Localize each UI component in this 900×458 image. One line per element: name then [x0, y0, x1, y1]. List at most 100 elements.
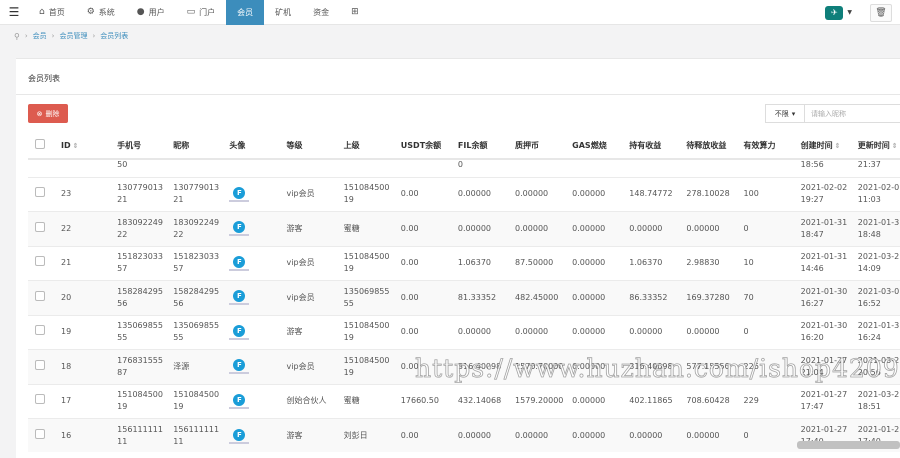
nav-item[interactable]: ● 用户	[126, 0, 176, 25]
table-cell: 70	[736, 280, 794, 315]
column-header[interactable]: 创建时间 ⇕	[793, 132, 851, 160]
nav-item[interactable]: 资金	[302, 0, 340, 25]
avatar-logo-icon: F	[233, 290, 246, 303]
table-cell: 0.00000	[450, 418, 509, 452]
table-cell: F	[222, 314, 280, 350]
table-cell: 0.00000	[508, 418, 566, 452]
table-cell: vip会员	[279, 245, 337, 281]
table-cell: 135069855 55	[336, 280, 394, 315]
avatar-logo-icon: F	[233, 359, 246, 372]
close-circle-icon: ⊗	[36, 109, 43, 118]
table-cell: 229	[736, 383, 794, 419]
select-all-checkbox-cell[interactable]	[28, 132, 55, 160]
table-cell: 151823033 57	[110, 245, 167, 281]
nav-item[interactable]: ⚙ 系统	[76, 0, 126, 25]
table-cell: F	[222, 418, 280, 452]
row-checkbox[interactable]	[35, 325, 45, 336]
avatar-caption	[229, 234, 250, 237]
table-cell: 2021-03-2 14:09	[850, 245, 900, 281]
table-row[interactable]: 22 183092249 22 183092249 22 F 游客 蜜糖 0.00 0.000…	[28, 211, 900, 246]
table-cell: 87.50000	[508, 245, 566, 281]
table-cell: 0.00	[393, 280, 451, 315]
column-header-label: 待释放收益	[686, 140, 727, 150]
table-cell: 0.00000	[508, 176, 566, 212]
row-checkbox[interactable]	[35, 429, 45, 439]
table-cell: 游客	[279, 418, 337, 452]
nav-item[interactable]: ▭ 门户	[176, 0, 227, 25]
row-checkbox[interactable]	[35, 359, 45, 370]
member-table-container[interactable]: ID ⇕ 手机号 昵称 头像 等级 上级 USDT余额 FIL余额 质押币 GAS燃烧 持有收益 待释放…	[28, 132, 900, 452]
table-cell	[222, 158, 280, 177]
column-header-label: 质押币	[515, 140, 540, 150]
avatar-caption	[229, 303, 250, 306]
column-header-label: 上级	[343, 140, 360, 150]
column-header[interactable]: 更新时间 ⇕	[850, 132, 900, 160]
table-cell: 156111111 11	[110, 418, 167, 452]
table-row[interactable]: 18 176831555 87 泽源 Fvip会员 151084500 19 0.00 31…	[28, 349, 900, 384]
avatar-caption	[229, 372, 250, 375]
table-cell	[28, 245, 55, 281]
column-header-label: 更新时间	[857, 140, 890, 150]
delete-button[interactable]: ⊗ 删除	[28, 104, 68, 123]
nav-item[interactable]: 会员	[226, 0, 265, 25]
table-cell: F	[222, 245, 280, 281]
table-row[interactable]: 23 130779013 21 130779013 21 Fvip会员 15108450…	[28, 176, 900, 212]
table-cell: 刘彭日	[336, 418, 394, 452]
row-checkbox[interactable]	[35, 187, 45, 198]
nav-item-label: 资金	[313, 7, 330, 17]
table-cell: 151084500 19	[336, 245, 394, 281]
member-table: ID ⇕ 手机号 昵称 头像 等级 上级 USDT余额 FIL余额 质押币 GAS燃烧 持有收益 待释放…	[28, 132, 900, 452]
column-header-label: 等级	[286, 140, 303, 150]
table-cell: 86.33352	[622, 280, 680, 315]
row-checkbox[interactable]	[35, 256, 45, 267]
filter-select[interactable]: 不限 ▾	[765, 104, 805, 123]
table-row[interactable]: 21 151823033 57 151823033 57 Fvip会员 15108450…	[28, 245, 900, 281]
sort-icon[interactable]: ⇕	[835, 142, 841, 150]
table-row[interactable]: 50 0 18:56 21:37	[28, 158, 900, 177]
table-cell: 432.14068	[450, 383, 509, 419]
table-cell: 148.74772	[622, 176, 680, 212]
menu-toggle-icon[interactable]: ☰	[0, 0, 28, 25]
user-avatar[interactable]: ✈	[825, 5, 844, 20]
nav-item[interactable]: ⊞	[340, 0, 370, 25]
select-all-checkbox[interactable]	[35, 139, 45, 149]
table-row[interactable]: 20 158284295 56 158284295 56 Fvip会员 13506985…	[28, 280, 900, 315]
search-input[interactable]	[805, 104, 900, 123]
row-checkbox[interactable]	[35, 394, 45, 405]
breadcrumb-item[interactable]: 会员管理	[59, 31, 87, 41]
avatar-logo-icon: F	[233, 393, 246, 406]
table-cell: 游客	[279, 211, 337, 246]
avatar-logo-icon: F	[233, 221, 246, 234]
row-checkbox[interactable]	[35, 290, 45, 301]
table-cell: 176831555 87	[110, 349, 167, 384]
column-header-label: 创建时间	[800, 140, 833, 150]
nav-item[interactable]: 矿机	[264, 0, 302, 25]
table-cell: 2021-02-0 11:03	[850, 176, 900, 212]
table-cell: 0	[736, 314, 794, 350]
chevron-down-icon[interactable]: ▼	[847, 9, 852, 16]
table-cell: 130779013 21	[166, 176, 223, 212]
sort-icon[interactable]: ⇕	[892, 142, 898, 150]
table-cell: 0.00000	[679, 211, 737, 246]
table-row[interactable]: 17 151084500 19 151084500 19 F 创始合伙人 蜜糖 17660.…	[28, 383, 900, 419]
table-cell: F	[222, 176, 280, 212]
trash-icon[interactable]: 🗑	[870, 3, 892, 22]
gear-icon: ⚙	[86, 7, 95, 17]
table-cell: 0.00	[393, 418, 451, 452]
row-checkbox[interactable]	[35, 221, 45, 232]
avatar-logo-icon: F	[233, 428, 246, 441]
horizontal-scrollbar[interactable]	[797, 441, 900, 449]
breadcrumb-item[interactable]: 会员	[33, 31, 47, 41]
table-cell: 创始合伙人	[279, 383, 337, 419]
breadcrumb-item[interactable]: 会员列表	[100, 31, 128, 41]
table-row[interactable]: 19 135069855 55 135069855 55 F 游客 151084500 1…	[28, 314, 900, 350]
nav-item[interactable]: ⌂ 首页	[28, 0, 76, 25]
table-cell: 158284295 56	[110, 280, 167, 315]
table-cell: 蜜糖	[336, 211, 394, 246]
table-row[interactable]: 16 156111111 11 156111111 11 F 游客 刘彭日 0.00 0.00…	[28, 418, 900, 452]
column-header[interactable]: ID ⇕	[54, 132, 111, 160]
table-cell	[565, 158, 623, 177]
avatar-caption	[229, 337, 250, 340]
table-cell	[28, 383, 55, 419]
sort-icon[interactable]: ⇕	[73, 142, 79, 150]
